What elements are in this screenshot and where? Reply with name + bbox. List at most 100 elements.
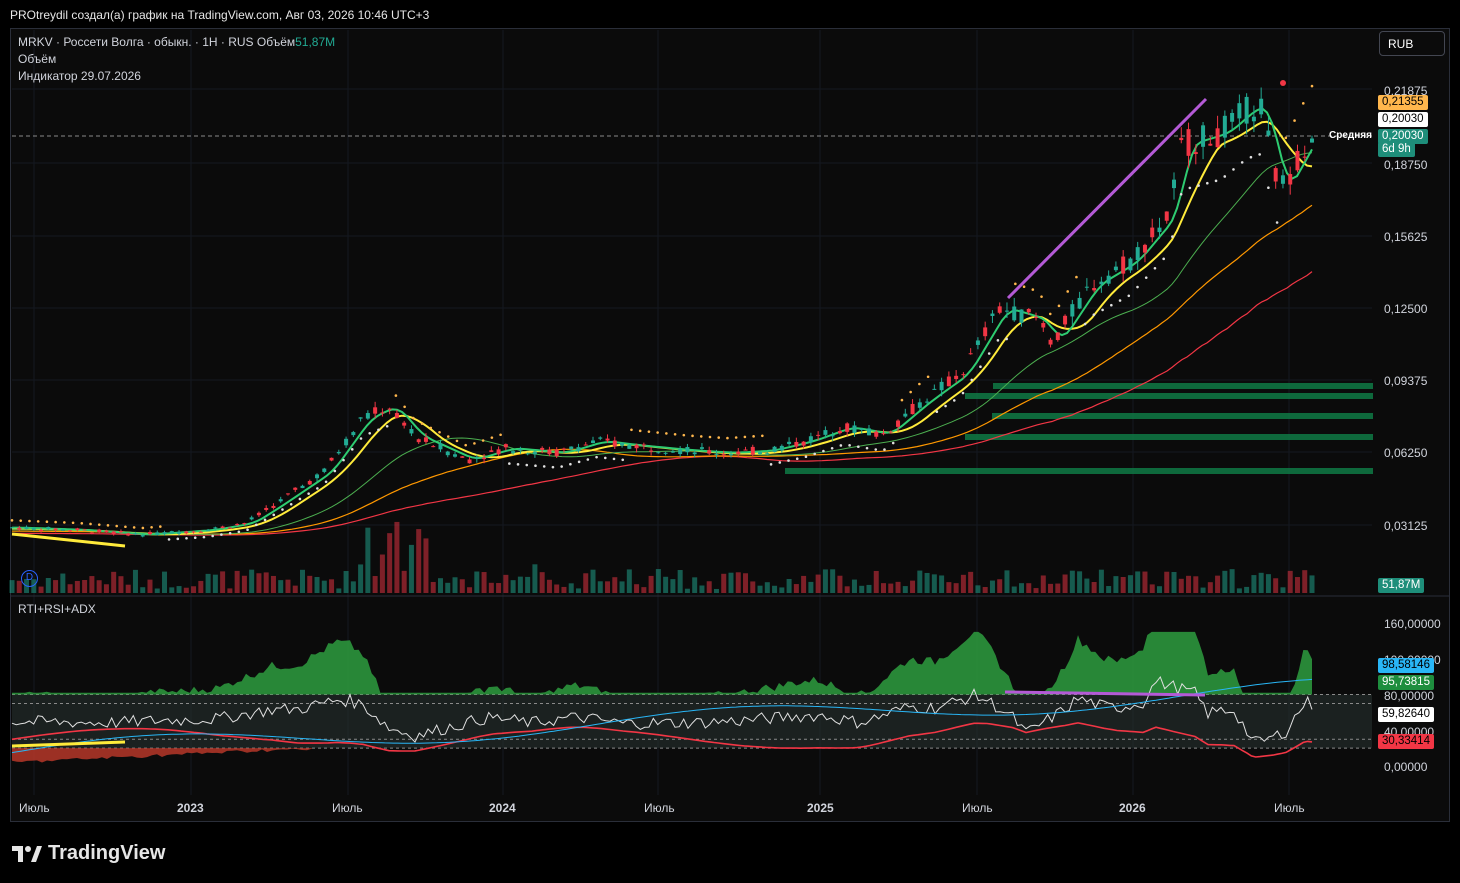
indicator-title[interactable]: RTI+RSI+ADX [18,602,96,616]
candle-body [162,532,167,535]
chart-canvas[interactable] [0,0,1460,883]
candle-body [1034,316,1039,319]
time-label: Июль [19,801,50,815]
psar-dot [743,435,747,439]
psar-dot [795,457,799,461]
volume-bar [975,585,981,593]
volume-bar [989,580,995,593]
volume-bar [437,578,443,593]
volume-bar [300,569,306,593]
volume-bar [677,570,683,593]
candle-body [678,449,683,455]
psar-dot [359,437,363,440]
volume-bar [844,586,850,593]
psar-dot [621,458,625,462]
candle-body [1193,152,1198,154]
rti-negative-area [12,748,312,763]
currency-button[interactable]: RUB [1379,31,1445,56]
symbol-legend[interactable]: MRKV · Россети Волга · обыкн. · 1H · RUS… [18,35,335,49]
volume-bar [1207,582,1213,593]
candle-body [1106,275,1111,284]
psar-dot [612,457,616,461]
volume-bar [670,579,676,593]
volume-bar [132,569,138,593]
candle-body [627,444,632,449]
volume-bar [960,574,966,593]
volume-bar [764,582,770,593]
psar-dot [394,394,398,397]
candle-body [1063,315,1068,325]
volume-bar [1142,571,1148,593]
time-label: 2026 [1119,801,1146,815]
candle-body [1164,211,1169,221]
psar-dot [438,430,441,434]
candle-body [1280,175,1285,184]
candle-body [60,529,65,531]
candle-body [140,535,145,537]
psar-dot [246,528,249,532]
volume-bar [815,574,821,593]
volume-bar [1229,569,1235,593]
candle-body [576,447,581,452]
volume-bar [198,580,204,593]
psar-dot [1014,282,1017,286]
volume-bar [278,580,284,593]
indicator-scale-label: 80,00000 [1384,689,1435,703]
psar-dot [89,522,92,526]
volume-bar [1135,571,1141,593]
volume-bar [532,564,538,593]
candle-body [794,441,799,447]
candle-body [1295,150,1300,171]
psar-dot [665,432,668,435]
legend-indicator[interactable]: Индикатор 29.07.2026 [18,69,141,83]
candle-body [743,449,748,451]
candle-body [206,529,211,532]
volume-bar [270,575,276,593]
dividend-marker-icon[interactable]: D [21,570,38,587]
volume-bar [525,576,531,593]
psar-dot [822,449,825,453]
candle-body [525,453,530,455]
psar-dot [403,405,406,409]
volume-bar [205,573,211,593]
psar-dot [307,492,310,495]
support-zone [785,468,1373,474]
volume-bar [1149,584,1155,593]
candle-body [271,505,276,508]
volume-bar [53,580,59,593]
candle-body [634,444,639,449]
psar-dot [420,422,424,425]
volume-bar [982,587,988,593]
psar-dot [237,530,241,534]
candle-body [830,435,835,437]
candle-body [445,451,450,456]
time-label: 2023 [177,801,204,815]
candle-body [1172,179,1177,189]
indicator-scale-label: 160,00000 [1384,617,1441,631]
psar-dot [830,446,834,450]
volume-bar [1069,570,1075,593]
candle-body [888,431,893,433]
candle-body [758,452,763,454]
psar-dot [298,497,302,501]
legend-volume[interactable]: Объём [18,52,56,66]
candle-body [453,454,458,457]
psar-dot [691,434,694,438]
candle-body [1077,297,1082,309]
psar-dot [603,456,607,460]
candle-body [859,428,864,430]
volume-bar [1156,586,1162,593]
candle-body [402,422,407,426]
volume-bar [859,585,865,593]
volume-bar [1127,575,1133,593]
tradingview-logo[interactable]: TradingView [12,842,165,865]
volume-bar [147,579,153,593]
candle-body [917,402,922,408]
candle-body [474,457,479,459]
psar-dot [1258,153,1261,156]
volume-bar [1236,588,1242,593]
candle-body [823,430,828,435]
volume-bar [314,577,320,593]
candle-body [213,527,218,529]
candle-body [1310,138,1314,143]
